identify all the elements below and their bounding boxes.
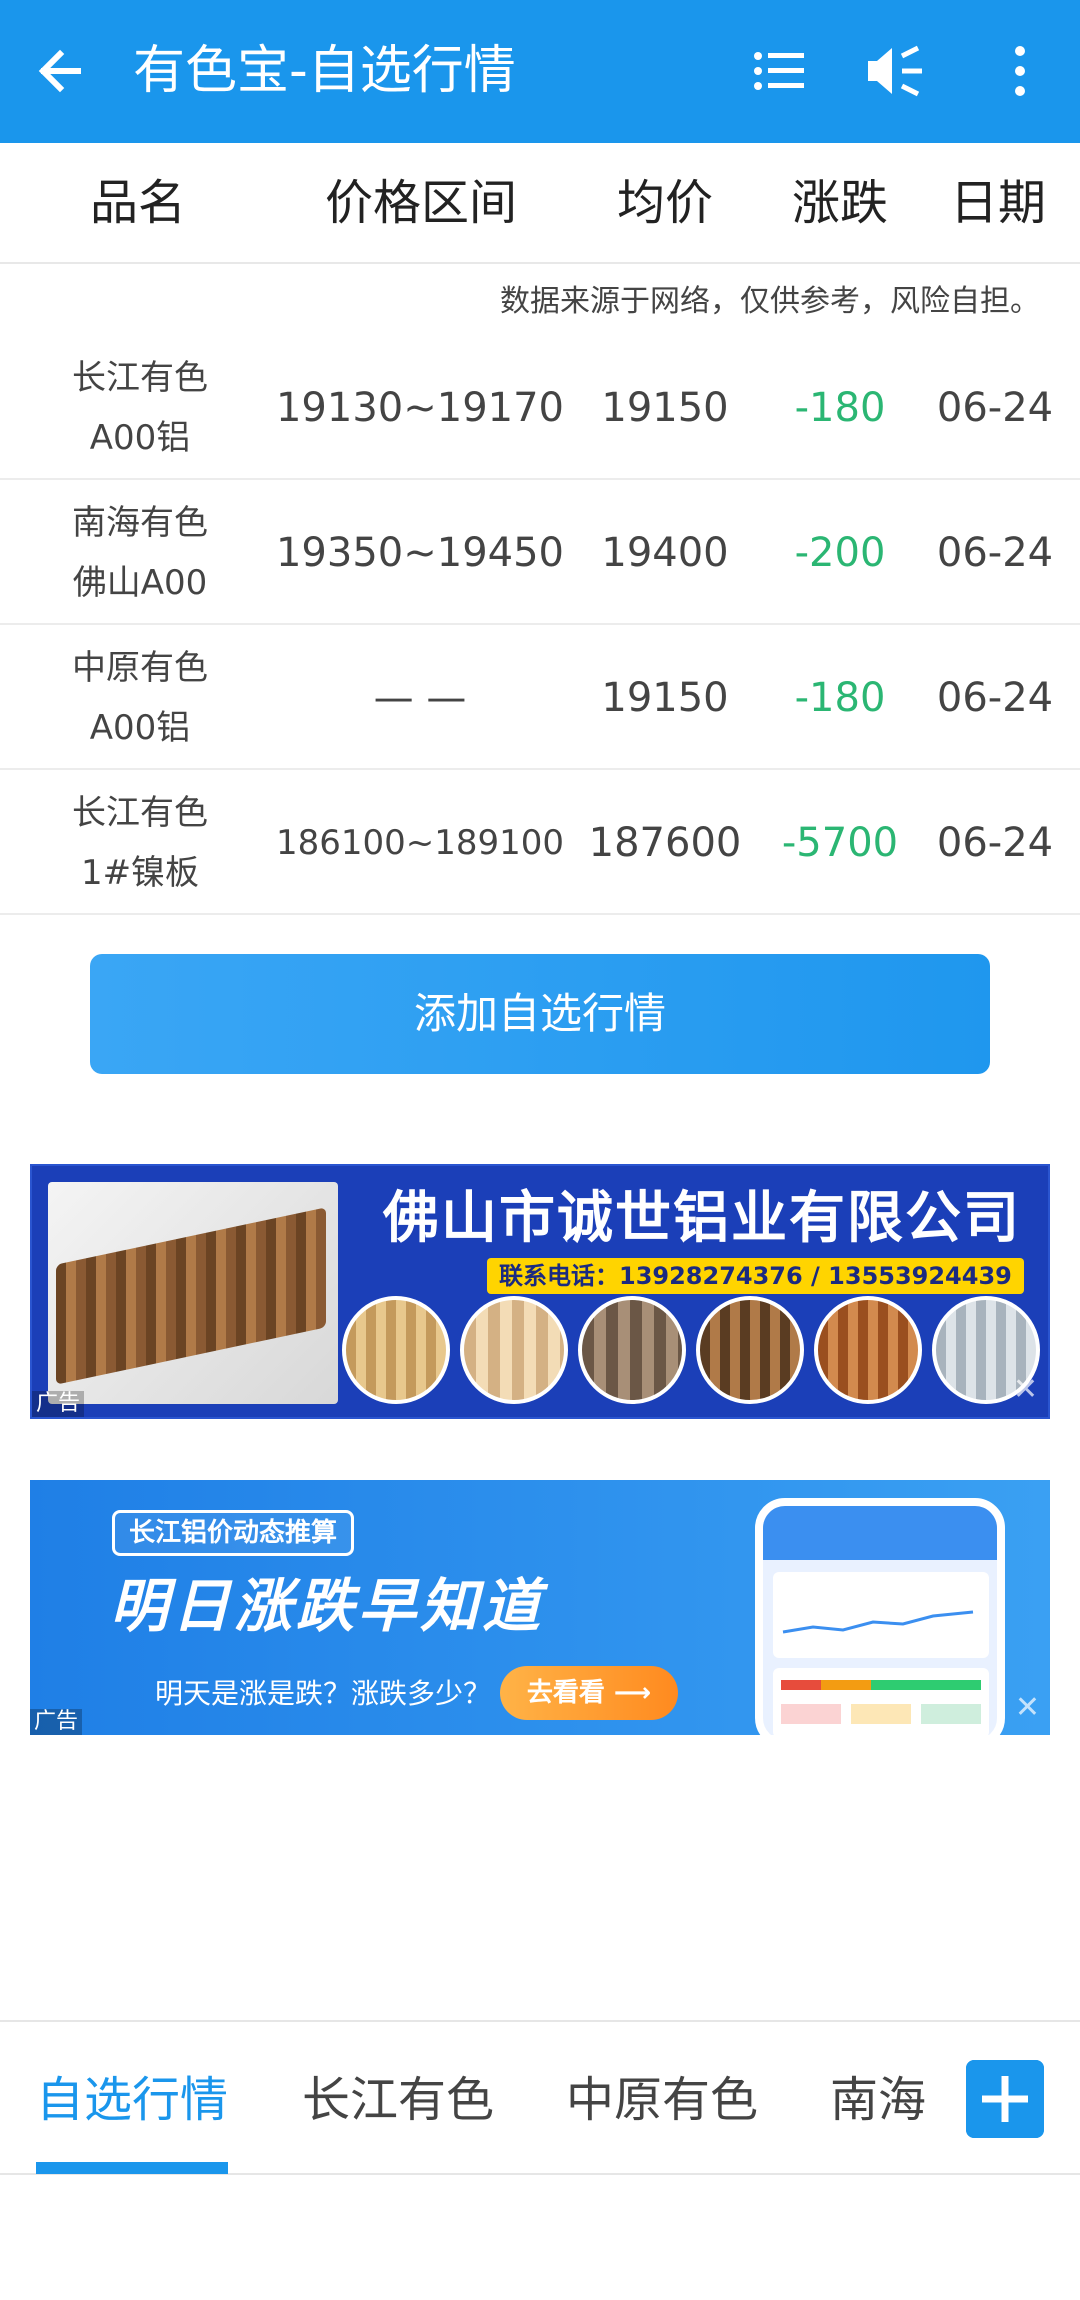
price-change: -5700 xyxy=(781,820,899,866)
tab-nanhai-clip: 南海 xyxy=(830,2064,930,2136)
product-swatch xyxy=(696,1296,804,1404)
ad-label: 广告 xyxy=(30,1709,83,1735)
product-name-line1: 中原有色 xyxy=(72,648,208,688)
ad-subtitle: 明天是涨是跌？涨跌多少？ xyxy=(155,1677,492,1710)
product-name-line1: 长江有色 xyxy=(72,793,208,833)
mockup-chart xyxy=(782,1610,974,1634)
price-change: -180 xyxy=(794,385,886,431)
price-range: 186100~189100 xyxy=(275,823,565,863)
product-name: 南海有色 佛山A00 xyxy=(40,493,240,613)
ad-tag: 长江铝价动态推算 xyxy=(112,1510,355,1556)
ad-label: 广告 xyxy=(32,1391,85,1417)
avg-price: 19150 xyxy=(601,385,729,431)
header-date: 日期 xyxy=(950,175,1047,231)
back-arrow-icon[interactable] xyxy=(30,36,100,106)
product-name-line2: 1#镍板 xyxy=(80,853,200,893)
tab-watchlist[interactable]: 自选行情 xyxy=(36,2070,228,2130)
mockup-header xyxy=(763,1506,997,1560)
disclaimer-text: 数据来源于网络，仅供参考，风险自担。 xyxy=(500,284,1040,319)
close-icon[interactable]: ✕ xyxy=(1013,1375,1038,1405)
quote-date: 06-24 xyxy=(936,530,1054,576)
app-bar: 有色宝-自选行情 xyxy=(0,0,1080,143)
add-tab-plus-icon[interactable] xyxy=(966,2060,1044,2138)
ad-headline: 佛山市诚世铝业有限公司 xyxy=(383,1186,1021,1251)
mockup-card xyxy=(773,1572,989,1658)
price-range: 19130~19170 xyxy=(275,385,564,431)
phone-mockup-image xyxy=(755,1498,1005,1735)
list-icon[interactable] xyxy=(745,36,815,106)
tab-changjiang[interactable]: 长江有色 xyxy=(302,2070,494,2130)
price-range: 19350~19450 xyxy=(275,530,564,576)
ad-headline: 明日涨跌早知道 xyxy=(110,1572,545,1640)
price-change: -180 xyxy=(794,675,886,721)
avg-price: 19150 xyxy=(601,675,729,721)
product-swatch xyxy=(342,1296,450,1404)
table-row[interactable]: 长江有色 1#镍板 186100~189100 187600 -5700 06-… xyxy=(0,771,1080,915)
market-tabs: 自选行情 长江有色 中原有色 南海 xyxy=(0,2020,1080,2175)
product-name-line2: A00铝 xyxy=(89,418,191,458)
table-header: 品名 价格区间 均价 涨跌 日期 xyxy=(0,143,1080,264)
quote-date: 06-24 xyxy=(936,675,1054,721)
table-row[interactable]: 长江有色 A00铝 19130~19170 19150 -180 06-24 xyxy=(0,336,1080,480)
product-name-line1: 长江有色 xyxy=(72,358,208,398)
ad-banner-aluminum-company[interactable]: 佛山市诚世铝业有限公司 联系电话：13928274376 / 135539244… xyxy=(30,1164,1050,1419)
avg-price: 187600 xyxy=(588,820,742,866)
price-change: -200 xyxy=(794,530,886,576)
product-swatch xyxy=(460,1296,568,1404)
quote-date: 06-24 xyxy=(936,385,1054,431)
ad-phone: 联系电话：13928274376 / 13553924439 xyxy=(487,1258,1024,1294)
active-tab-indicator xyxy=(36,2162,228,2174)
header-avg: 均价 xyxy=(617,175,714,231)
close-icon[interactable]: ✕ xyxy=(1015,1693,1040,1723)
table-row[interactable]: 南海有色 佛山A00 19350~19450 19400 -200 06-24 xyxy=(0,481,1080,625)
mute-icon[interactable] xyxy=(860,36,930,106)
product-name-line2: 佛山A00 xyxy=(72,563,208,603)
price-range: — — xyxy=(373,675,467,721)
product-name: 中原有色 A00铝 xyxy=(40,638,240,758)
product-name: 长江有色 1#镍板 xyxy=(40,783,240,903)
product-swatch xyxy=(578,1296,686,1404)
product-name: 长江有色 A00铝 xyxy=(40,348,240,468)
header-range: 价格区间 xyxy=(325,175,518,231)
tab-zhongyuan[interactable]: 中原有色 xyxy=(566,2070,758,2130)
tab-nanhai[interactable]: 南海 xyxy=(830,2070,926,2130)
add-watchlist-button[interactable]: 添加自选行情 xyxy=(90,954,990,1074)
page-title: 有色宝-自选行情 xyxy=(133,41,516,101)
ad-banner-price-forecast[interactable]: 长江铝价动态推算 明日涨跌早知道 明天是涨是跌？涨跌多少？ 去看看 ⟶ 广告 ✕ xyxy=(30,1480,1050,1735)
quote-date: 06-24 xyxy=(936,820,1054,866)
ad-go-button[interactable]: 去看看 ⟶ xyxy=(500,1666,678,1720)
header-name: 品名 xyxy=(90,175,187,231)
product-name-line1: 南海有色 xyxy=(72,503,208,543)
more-vertical-icon[interactable] xyxy=(985,36,1055,106)
product-swatch xyxy=(814,1296,922,1404)
table-row[interactable]: 中原有色 A00铝 — — 19150 -180 06-24 xyxy=(0,626,1080,770)
product-name-line2: A00铝 xyxy=(89,708,191,748)
header-change: 涨跌 xyxy=(792,175,889,231)
avg-price: 19400 xyxy=(601,530,729,576)
mockup-card xyxy=(773,1668,989,1735)
